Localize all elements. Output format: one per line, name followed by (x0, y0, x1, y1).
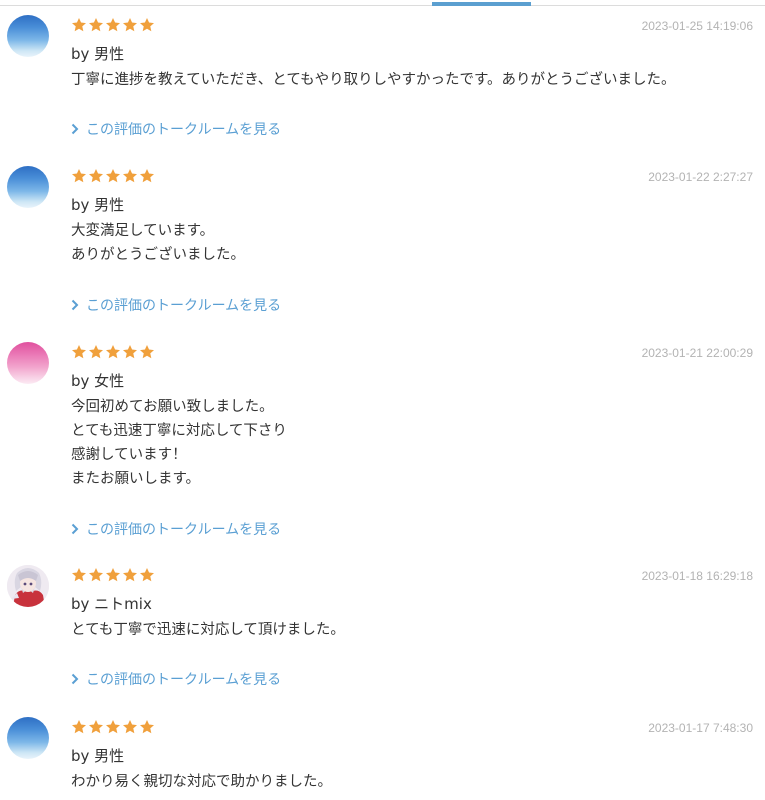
star-icon (72, 18, 86, 32)
star-icon (140, 720, 154, 734)
talk-room-link-label: この評価のトークルームを見る (86, 122, 282, 138)
star-rating (71, 344, 155, 364)
review-author: by 男性 (71, 747, 125, 765)
review-text-line: またお願いします。 (71, 471, 201, 487)
review-date: 2023-01-21 22:00:29 (641, 346, 753, 360)
review-text-line: 丁寧に進捗を教えていただき、とてもやり取りしやすかったです。ありがとうございまし… (71, 72, 676, 88)
review-date: 2023-01-22 2:27:27 (648, 170, 753, 184)
star-rating (71, 168, 155, 188)
star-icon (106, 169, 120, 183)
star-icon (72, 169, 86, 183)
star-icon (140, 345, 154, 359)
avatar[interactable] (7, 342, 49, 384)
review-text-line: とても丁寧で迅速に対応して頂けました。 (71, 622, 345, 638)
review-text: 大変満足しています。 ありがとうございました。 (71, 219, 245, 267)
star-icon (123, 720, 137, 734)
review-text: 今回初めてお願い致しました。 とても迅速丁寧に対応して下さり 感謝しています！ … (71, 395, 287, 491)
star-icon (72, 345, 86, 359)
chevron-right-icon (71, 523, 79, 535)
star-icon (89, 169, 103, 183)
anime-avatar-image (7, 565, 49, 607)
review-text-line: 今回初めてお願い致しました。 (71, 399, 274, 415)
talk-room-link[interactable]: この評価のトークルームを見る (71, 669, 281, 689)
talk-room-link-label: この評価のトークルームを見る (86, 672, 282, 688)
review-date: 2023-01-17 7:48:30 (648, 721, 753, 735)
star-icon (140, 568, 154, 582)
review-text-line: ありがとうございました。 (71, 247, 245, 263)
star-icon (123, 345, 137, 359)
chevron-right-icon (71, 673, 79, 685)
talk-room-link[interactable]: この評価のトークルームを見る (71, 295, 281, 315)
star-icon (123, 18, 137, 32)
avatar[interactable] (7, 166, 49, 208)
avatar[interactable] (7, 565, 49, 607)
talk-room-link-label: この評価のトークルームを見る (86, 298, 282, 314)
review-author: by 男性 (71, 196, 125, 214)
review-author: by 男性 (71, 45, 125, 63)
star-icon (106, 568, 120, 582)
star-icon (106, 720, 120, 734)
star-icon (89, 345, 103, 359)
talk-room-link[interactable]: この評価のトークルームを見る (71, 519, 281, 539)
review-text-line: わかり易く親切な対応で助かりました。 (71, 774, 332, 790)
review-text: わかり易く親切な対応で助かりました。 (71, 770, 332, 794)
review-text: とても丁寧で迅速に対応して頂けました。 (71, 618, 345, 642)
star-icon (89, 568, 103, 582)
review-date: 2023-01-25 14:19:06 (641, 19, 753, 33)
review-text: 丁寧に進捗を教えていただき、とてもやり取りしやすかったです。ありがとうございまし… (71, 68, 676, 92)
talk-room-link-label: この評価のトークルームを見る (86, 522, 282, 538)
tab-bar (0, 0, 765, 6)
review-author: by 女性 (71, 372, 125, 390)
star-rating (71, 17, 155, 37)
review-author: by ニトmix (71, 595, 152, 613)
star-icon (106, 18, 120, 32)
chevron-right-icon (71, 299, 79, 311)
review-text-line: とても迅速丁寧に対応して下さり (71, 423, 287, 439)
active-tab-indicator (432, 2, 531, 6)
star-icon (140, 169, 154, 183)
star-icon (72, 720, 86, 734)
star-rating (71, 719, 155, 739)
review-date: 2023-01-18 16:29:18 (641, 569, 753, 583)
star-icon (123, 169, 137, 183)
star-rating (71, 567, 155, 587)
review-text-line: 大変満足しています。 (71, 223, 215, 239)
star-icon (140, 18, 154, 32)
talk-room-link[interactable]: この評価のトークルームを見る (71, 119, 281, 139)
review-text-line: 感謝しています！ (71, 447, 187, 463)
star-icon (72, 568, 86, 582)
avatar[interactable] (7, 15, 49, 57)
star-icon (89, 720, 103, 734)
chevron-right-icon (71, 123, 79, 135)
avatar[interactable] (7, 717, 49, 759)
star-icon (106, 345, 120, 359)
star-icon (123, 568, 137, 582)
star-icon (89, 18, 103, 32)
